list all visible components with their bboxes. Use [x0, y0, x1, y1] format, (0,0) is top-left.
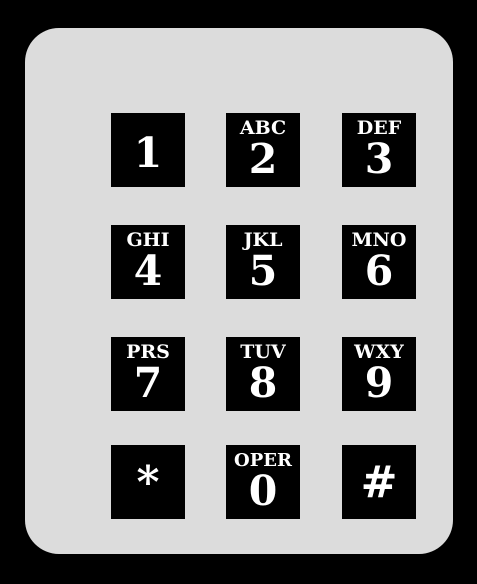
key-7[interactable]: PRS 7 — [111, 337, 185, 411]
key-digit: 8 — [248, 359, 278, 407]
key-4[interactable]: GHI 4 — [111, 225, 185, 299]
key-digit: 2 — [248, 135, 278, 183]
key-star[interactable]: * — [111, 445, 185, 519]
keypad-panel: 1 ABC 2 DEF 3 GHI 4 JKL 5 MNO 6 PRS 7 TU… — [25, 28, 453, 554]
key-digit: 3 — [364, 135, 394, 183]
key-6[interactable]: MNO 6 — [342, 225, 416, 299]
key-3[interactable]: DEF 3 — [342, 113, 416, 187]
key-digit: 6 — [364, 247, 394, 295]
key-digit: 7 — [133, 359, 163, 407]
key-2[interactable]: ABC 2 — [226, 113, 300, 187]
key-9[interactable]: WXY 9 — [342, 337, 416, 411]
key-hash[interactable]: # — [342, 445, 416, 519]
screen: 1 ABC 2 DEF 3 GHI 4 JKL 5 MNO 6 PRS 7 TU… — [0, 0, 477, 584]
key-digit: # — [360, 457, 398, 508]
key-digit: 0 — [248, 467, 278, 515]
key-digit: 4 — [133, 247, 163, 295]
key-5[interactable]: JKL 5 — [226, 225, 300, 299]
key-8[interactable]: TUV 8 — [226, 337, 300, 411]
key-0[interactable]: OPER 0 — [226, 445, 300, 519]
key-digit: 5 — [248, 247, 278, 295]
key-digit: * — [136, 457, 160, 508]
key-1[interactable]: 1 — [111, 113, 185, 187]
key-digit: 1 — [133, 129, 163, 177]
key-digit: 9 — [364, 359, 394, 407]
